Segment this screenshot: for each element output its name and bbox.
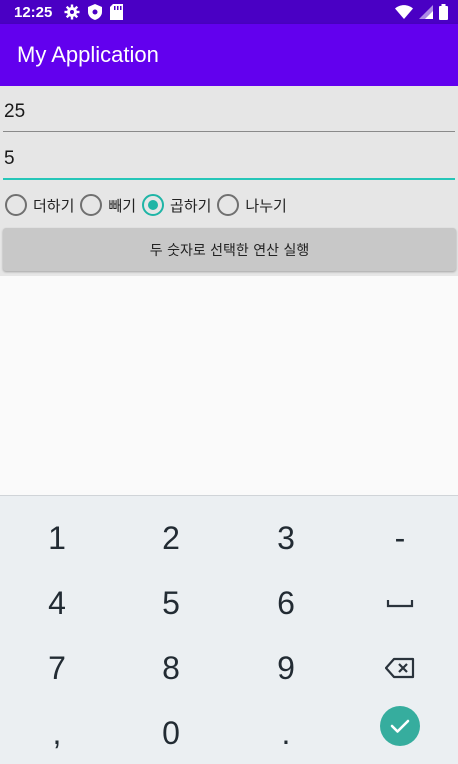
key-7[interactable]: 7: [0, 636, 114, 700]
check-icon: [390, 719, 410, 733]
key-1[interactable]: 1: [0, 506, 114, 570]
radio-subtract-label: 빼기: [108, 196, 137, 215]
radio-divide[interactable]: 나누기: [217, 194, 287, 216]
key-period[interactable]: .: [229, 701, 343, 764]
key-backspace[interactable]: [343, 636, 457, 700]
signal-icon: [419, 5, 433, 19]
key-6[interactable]: 6: [229, 571, 343, 635]
status-bar: 12:25: [0, 0, 458, 24]
settings-gear-icon: [64, 4, 80, 20]
status-time: 12:25: [14, 3, 53, 21]
operation-radio-group: 더하기 빼기 곱하기 나누기: [5, 191, 293, 219]
battery-icon: [439, 4, 448, 20]
radio-add[interactable]: 더하기: [5, 194, 74, 216]
key-comma[interactable]: ,: [0, 701, 114, 764]
space-icon: [386, 600, 414, 608]
key-minus[interactable]: -: [343, 506, 457, 570]
done-key-circle[interactable]: [380, 706, 420, 746]
shield-icon: [88, 4, 103, 20]
radio-subtract-circle[interactable]: [80, 194, 103, 216]
number1-input[interactable]: [3, 92, 455, 132]
radio-multiply-label: 곱하기: [170, 196, 212, 215]
key-5[interactable]: 5: [114, 571, 228, 635]
key-3[interactable]: 3: [229, 506, 343, 570]
radio-add-label: 더하기: [33, 196, 75, 215]
key-8[interactable]: 8: [114, 636, 228, 700]
wifi-icon: [395, 5, 413, 19]
key-2[interactable]: 2: [114, 506, 228, 570]
radio-subtract[interactable]: 빼기: [80, 194, 136, 216]
sd-card-icon: [110, 4, 124, 20]
key-9[interactable]: 9: [229, 636, 343, 700]
radio-divide-circle[interactable]: [217, 194, 240, 216]
radio-multiply-circle[interactable]: [142, 194, 165, 216]
key-0[interactable]: 0: [114, 701, 228, 764]
app-title: My Application: [17, 42, 159, 67]
numeric-keyboard: 1 2 3 - 4 5 6 7 8 9 , 0 .: [0, 495, 458, 764]
execute-operation-button[interactable]: 두 숫자로 선택한 연산 실행: [3, 228, 456, 271]
status-icons-right: [395, 4, 448, 20]
key-4[interactable]: 4: [0, 571, 114, 635]
key-space[interactable]: [343, 571, 457, 635]
key-done[interactable]: [343, 694, 457, 758]
radio-divide-label: 나누기: [245, 196, 287, 215]
backspace-icon: [385, 657, 415, 679]
app-bar: My Application: [0, 24, 458, 86]
number2-input[interactable]: [3, 140, 455, 180]
radio-add-circle[interactable]: [5, 194, 27, 216]
radio-multiply[interactable]: 곱하기: [142, 194, 211, 216]
status-icons-left: [64, 4, 124, 20]
